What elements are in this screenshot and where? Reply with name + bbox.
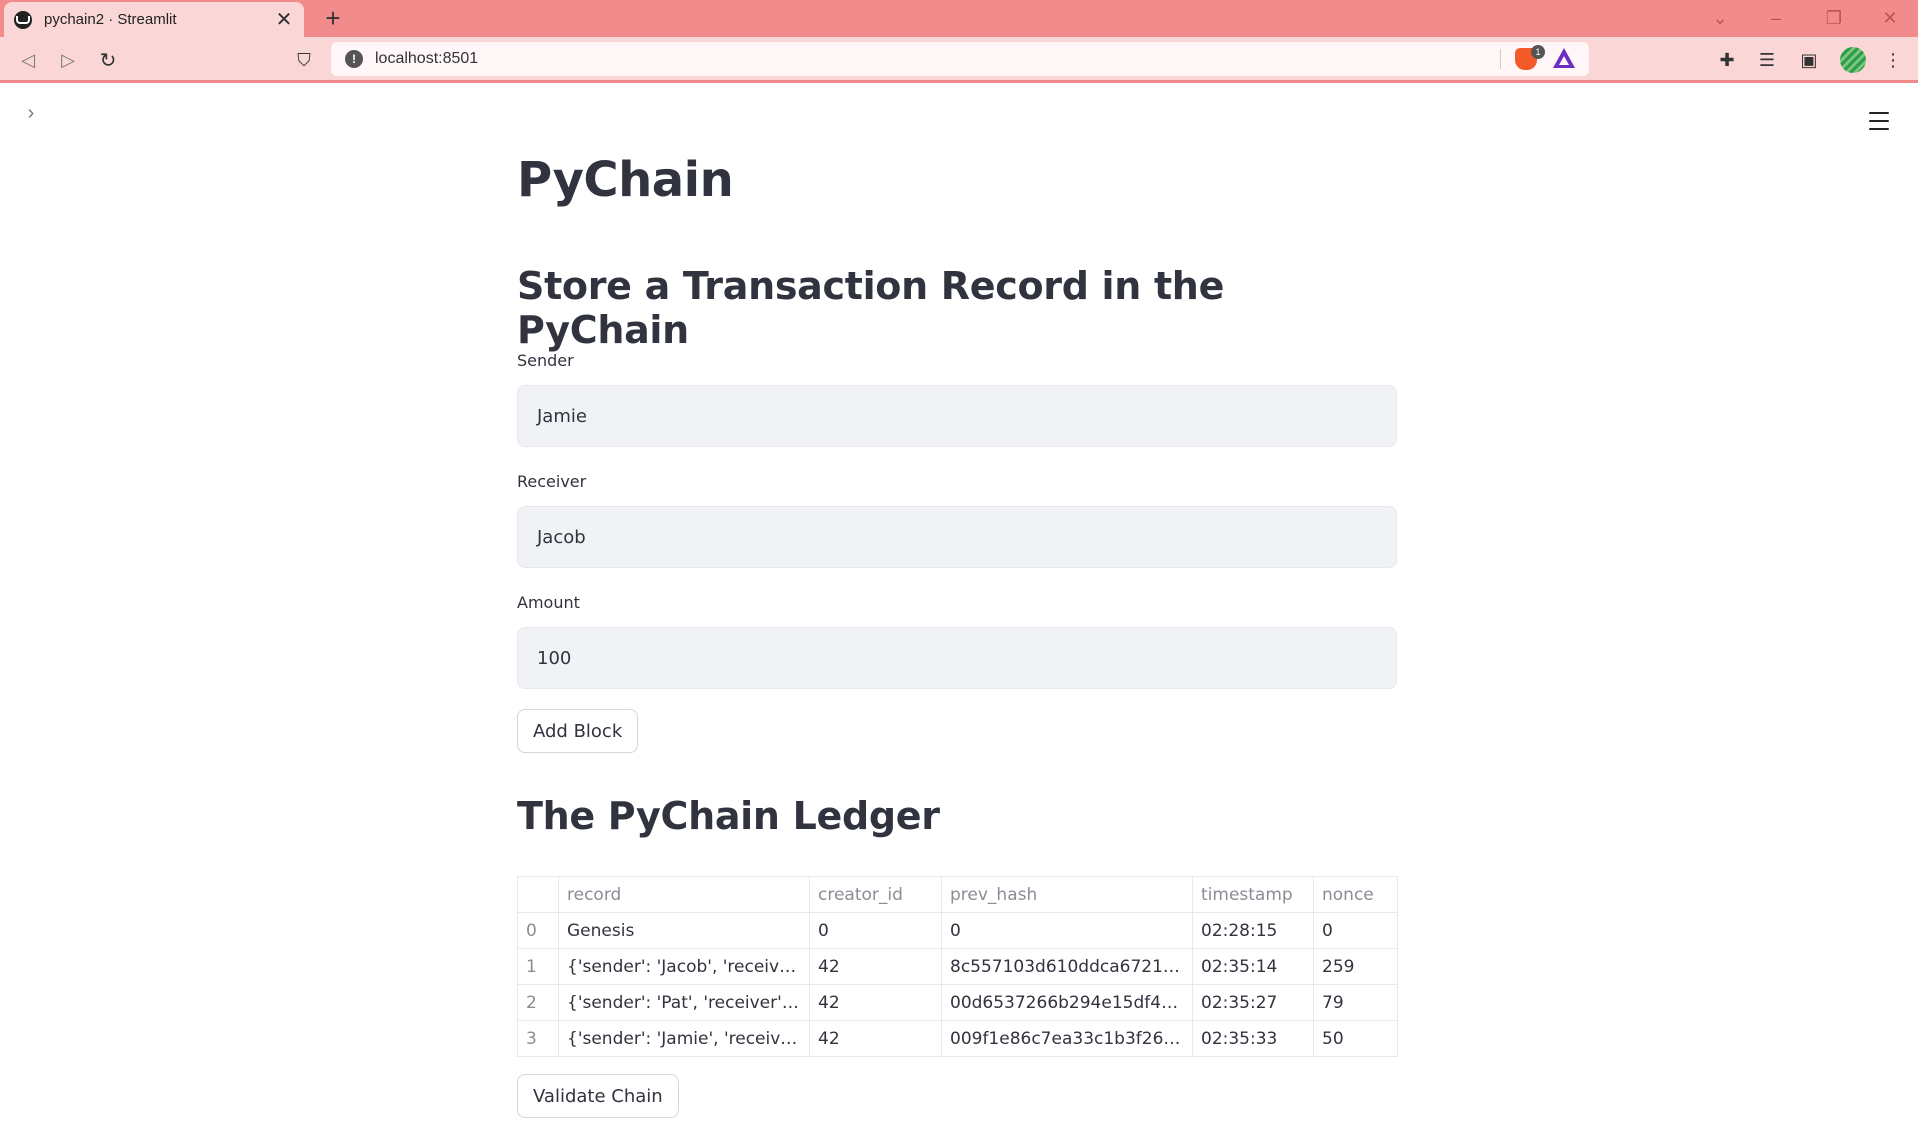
row-index[interactable]: 3 xyxy=(517,1020,559,1057)
table-row: 0 Genesis 0 0 02:28:15 0 xyxy=(517,912,1398,949)
cell-record[interactable]: {'sender': 'Jacob', 'receive… xyxy=(558,948,810,985)
form-heading: Store a Transaction Record in the PyChai… xyxy=(517,264,1225,352)
ledger-heading: The PyChain Ledger xyxy=(517,794,940,838)
browser-tab-bar: pychain2 · Streamlit ✕ + ⌄ – ❐ ✕ xyxy=(0,0,1918,37)
cell-creator-id[interactable]: 0 xyxy=(809,912,942,949)
column-header-nonce[interactable]: nonce xyxy=(1313,876,1398,913)
cell-nonce[interactable]: 0 xyxy=(1313,912,1398,949)
streamlit-favicon-icon xyxy=(14,10,32,29)
minimize-icon[interactable]: – xyxy=(1756,4,1796,32)
hamburger-line xyxy=(1869,112,1889,114)
table-row: 2 {'sender': 'Pat', 'receiver': '… 42 00… xyxy=(517,984,1398,1021)
profile-avatar[interactable] xyxy=(1836,44,1870,76)
cell-nonce[interactable]: 50 xyxy=(1313,1020,1398,1057)
hamburger-line xyxy=(1869,128,1889,130)
browser-toolbar: ◁ ▷ ↻ ⛉ ! localhost:8501 1 ✚ ☰ ▣ ⋮ xyxy=(0,37,1918,83)
cell-creator-id[interactable]: 42 xyxy=(809,984,942,1021)
back-icon[interactable]: ◁ xyxy=(12,44,44,76)
extensions-icon[interactable]: ✚ xyxy=(1710,44,1744,76)
column-header-record[interactable]: record xyxy=(558,876,810,913)
row-index[interactable]: 0 xyxy=(517,912,559,949)
tab-close-icon[interactable]: ✕ xyxy=(274,7,294,32)
cell-prev-hash[interactable]: 8c557103d610ddca67213… xyxy=(941,948,1193,985)
page-title: PyChain xyxy=(517,152,734,208)
cell-timestamp[interactable]: 02:35:27 xyxy=(1192,984,1314,1021)
cell-prev-hash[interactable]: 00d6537266b294e15df45… xyxy=(941,984,1193,1021)
receiver-label: Receiver xyxy=(517,472,587,491)
cell-creator-id[interactable]: 42 xyxy=(809,948,942,985)
cell-nonce[interactable]: 259 xyxy=(1313,948,1398,985)
cell-timestamp[interactable]: 02:35:14 xyxy=(1192,948,1314,985)
media-queue-icon[interactable]: ☰ xyxy=(1750,44,1784,76)
profile-avatar-icon xyxy=(1840,47,1866,73)
cell-record[interactable]: Genesis xyxy=(558,912,810,949)
cell-nonce[interactable]: 79 xyxy=(1313,984,1398,1021)
browser-tab[interactable]: pychain2 · Streamlit ✕ xyxy=(4,2,304,37)
cell-creator-id[interactable]: 42 xyxy=(809,1020,942,1057)
window-close-icon[interactable]: ✕ xyxy=(1870,4,1910,32)
address-bar[interactable]: ! localhost:8501 1 xyxy=(331,42,1589,76)
row-index[interactable]: 2 xyxy=(517,984,559,1021)
restore-icon[interactable]: ❐ xyxy=(1814,4,1854,32)
cell-record[interactable]: {'sender': 'Pat', 'receiver': '… xyxy=(558,984,810,1021)
cell-record[interactable]: {'sender': 'Jamie', 'receive… xyxy=(558,1020,810,1057)
sender-label: Sender xyxy=(517,351,574,370)
ledger-table: record creator_id prev_hash timestamp no… xyxy=(517,876,1398,1057)
cell-prev-hash[interactable]: 009f1e86c7ea33c1b3f260… xyxy=(941,1020,1193,1057)
validate-chain-button[interactable]: Validate Chain xyxy=(517,1074,679,1118)
shields-count-badge: 1 xyxy=(1531,45,1545,59)
browser-menu-icon[interactable]: ⋮ xyxy=(1876,44,1910,76)
add-block-button[interactable]: Add Block xyxy=(517,709,639,753)
app-menu-hamburger-icon[interactable] xyxy=(1866,108,1892,134)
receiver-input[interactable]: Jacob xyxy=(517,506,1397,568)
cell-timestamp[interactable]: 02:28:15 xyxy=(1192,912,1314,949)
reload-icon[interactable]: ↻ xyxy=(92,44,124,76)
address-divider xyxy=(1500,49,1501,69)
table-row: 1 {'sender': 'Jacob', 'receive… 42 8c557… xyxy=(517,948,1398,985)
table-row: 3 {'sender': 'Jamie', 'receive… 42 009f1… xyxy=(517,1020,1398,1057)
sidebar-expand-chevron-icon[interactable]: › xyxy=(20,102,42,124)
amount-input[interactable]: 100 xyxy=(517,627,1397,689)
column-header-timestamp[interactable]: timestamp xyxy=(1192,876,1314,913)
tab-search-chevron-icon[interactable]: ⌄ xyxy=(1700,4,1740,32)
forward-icon[interactable]: ▷ xyxy=(52,44,84,76)
new-tab-button[interactable]: + xyxy=(318,2,348,34)
tab-title: pychain2 · Streamlit xyxy=(44,11,177,28)
column-header-creator-id[interactable]: creator_id xyxy=(809,876,942,913)
sender-input[interactable]: Jamie xyxy=(517,385,1397,447)
amount-label: Amount xyxy=(517,593,580,612)
url-text: localhost:8501 xyxy=(375,50,479,67)
cell-prev-hash[interactable]: 0 xyxy=(941,912,1193,949)
site-info-icon[interactable]: ! xyxy=(345,50,363,68)
brave-rewards-icon[interactable] xyxy=(1553,48,1575,68)
row-index[interactable]: 1 xyxy=(517,948,559,985)
column-header-index[interactable] xyxy=(517,876,559,913)
hamburger-line xyxy=(1869,120,1889,122)
cell-timestamp[interactable]: 02:35:33 xyxy=(1192,1020,1314,1057)
table-header-row: record creator_id prev_hash timestamp no… xyxy=(517,876,1398,913)
column-header-prev-hash[interactable]: prev_hash xyxy=(941,876,1193,913)
wallet-icon[interactable]: ▣ xyxy=(1792,44,1826,76)
bookmark-icon[interactable]: ⛉ xyxy=(288,44,320,76)
